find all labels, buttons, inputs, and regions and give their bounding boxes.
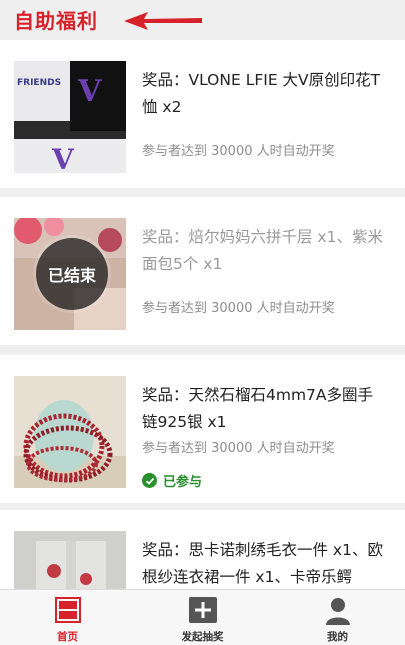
lottery-card[interactable]: 奖品：天然石榴石4mm7A多圈手链925银 x1 参与者达到 30000 人时自… (0, 355, 405, 503)
prize-title: 奖品：焙尔妈妈六拼千层 x1、紫米面包5个 x1 (142, 228, 383, 273)
lottery-card[interactable]: FRIENDS V V 奖品：VLONE LFIE 大V原创印花T恤 x2 参与… (0, 40, 405, 188)
tab-create-lottery[interactable]: 发起抽奖 (135, 590, 270, 645)
prize-image (14, 376, 126, 488)
prize-title: 奖品：天然石榴石4mm7A多圈手链925银 x1 (142, 386, 374, 431)
page-title: 自助福利 (14, 9, 98, 33)
bottom-tab-bar: 首页 发起抽奖 我的 (0, 589, 405, 645)
draw-condition: 参与者达到 30000 人时自动开奖 (142, 144, 335, 159)
ended-badge: 已结束 (36, 238, 108, 310)
prize-image: FRIENDS V V (14, 61, 126, 173)
prize-image: 已结束 (14, 218, 126, 330)
tab-label: 发起抽奖 (181, 631, 224, 643)
tab-profile[interactable]: 我的 (270, 590, 405, 645)
draw-condition: 参与者达到 30000 人时自动开奖 (142, 441, 335, 456)
plus-icon (188, 597, 217, 623)
lottery-card[interactable]: 已结束 奖品：焙尔妈妈六拼千层 x1、紫米面包5个 x1 参与者达到 30000… (0, 197, 405, 345)
prize-title: 奖品：思卡诺刺绣毛衣一件 x1、欧根纱连衣裙一件 x1、卡帝乐鳄 (142, 541, 383, 586)
home-icon (54, 597, 81, 623)
svg-text:V: V (77, 74, 102, 109)
svg-text:FRIENDS: FRIENDS (17, 78, 61, 88)
draw-condition: 参与者达到 30000 人时自动开奖 (142, 301, 335, 316)
joined-label: 已参与 (163, 475, 203, 490)
page-header: 自助福利 (0, 0, 405, 40)
svg-text:V: V (51, 143, 75, 173)
arrow-left-icon (124, 12, 202, 30)
check-icon (142, 473, 157, 488)
prize-title: 奖品：VLONE LFIE 大V原创印花T恤 x2 (142, 71, 381, 116)
tab-label: 首页 (57, 631, 78, 643)
joined-status: 已参与 (142, 471, 202, 490)
tab-label: 我的 (327, 631, 348, 643)
user-icon (325, 598, 350, 625)
tab-home[interactable]: 首页 (0, 590, 135, 645)
